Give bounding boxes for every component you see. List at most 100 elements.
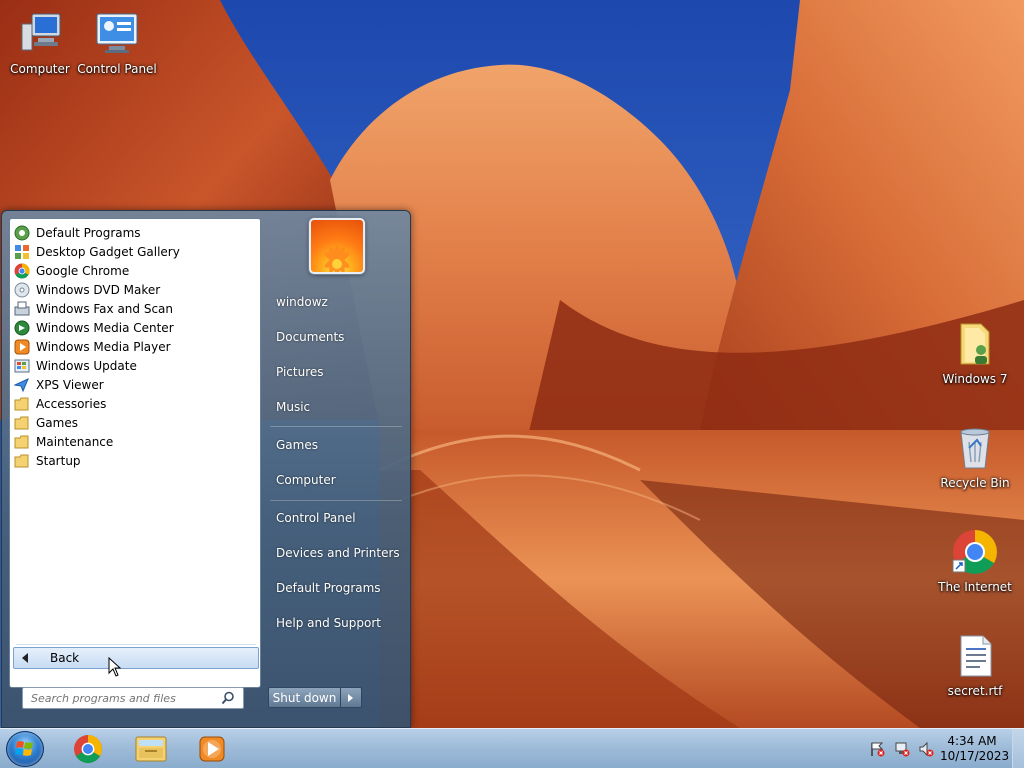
start-item-music[interactable]: Music (276, 400, 310, 414)
start-item-computer[interactable]: Computer (276, 473, 336, 487)
program-label: Games (36, 415, 78, 430)
program-startup[interactable]: Startup (12, 451, 258, 470)
desktop-icon-control-panel[interactable]: Control Panel (77, 10, 157, 76)
program-accessories[interactable]: Accessories (12, 394, 258, 413)
program-label: Windows DVD Maker (36, 282, 161, 297)
folder-icon (14, 453, 30, 469)
program-label: Accessories (36, 396, 107, 411)
program-windows-update[interactable]: Windows Update (12, 356, 258, 375)
back-label: Back (50, 651, 80, 665)
desktop-icon-recycle-bin[interactable]: Recycle Bin (935, 424, 1015, 490)
desktop-icon-computer[interactable]: Computer (0, 10, 80, 76)
control-panel-icon (93, 10, 141, 58)
desktop-icon-label: Windows 7 (942, 372, 1008, 386)
desktop-icon-label: The Internet (938, 580, 1012, 594)
xps-icon (13, 377, 30, 393)
folder-icon (14, 434, 30, 450)
default-programs-icon (14, 225, 30, 241)
user-picture[interactable] (309, 218, 365, 274)
shutdown-button[interactable]: Shut down (268, 687, 341, 708)
dvd-icon (14, 282, 30, 298)
desktop-icon-label: Computer (10, 62, 70, 76)
program-label: Google Chrome (36, 263, 130, 278)
folder-icon (14, 415, 30, 431)
program-maintenance[interactable]: Maintenance (12, 432, 258, 451)
program-default-programs[interactable]: Default Programs (12, 223, 258, 242)
right-separator (270, 500, 402, 501)
windows-update-icon (14, 358, 30, 374)
program-label: Windows Media Player (36, 339, 171, 354)
start-item-default-programs[interactable]: Default Programs (276, 581, 381, 595)
shutdown-options-arrow-icon[interactable] (341, 687, 362, 708)
folder-icon (14, 396, 30, 412)
program-xps-viewer[interactable]: XPS Viewer (12, 375, 258, 394)
program-label: Maintenance (36, 434, 114, 449)
taskbar-chrome-button[interactable] (62, 731, 114, 767)
start-item-documents[interactable]: Documents (276, 330, 344, 344)
program-label: Windows Update (36, 358, 137, 373)
chrome-icon (74, 735, 102, 763)
desktop-icon-label: Recycle Bin (940, 476, 1010, 490)
desktop-icon-label: secret.rtf (947, 684, 1003, 698)
programs-separator (16, 644, 256, 645)
start-item-games[interactable]: Games (276, 438, 318, 452)
explorer-icon (135, 736, 167, 762)
program-windows-media-player[interactable]: Windows Media Player (12, 337, 258, 356)
media-player-icon (199, 736, 225, 762)
media-center-icon (14, 320, 30, 336)
program-desktop-gadget-gallery[interactable]: Desktop Gadget Gallery (12, 242, 258, 261)
shutdown-group: Shut down (268, 687, 362, 708)
back-arrow-icon (22, 653, 28, 663)
program-label: Desktop Gadget Gallery (36, 244, 180, 259)
desktop-icon-the-internet[interactable]: The Internet (935, 528, 1015, 594)
search-icon[interactable] (221, 691, 235, 705)
start-item-devices-and-printers[interactable]: Devices and Printers (276, 546, 400, 560)
taskbar-explorer-button[interactable] (125, 731, 177, 767)
desktop-icon-secret-rtf[interactable]: secret.rtf (935, 632, 1015, 698)
all-programs-list: Default Programs Desktop Gadget Gallery … (12, 223, 258, 470)
program-label: Windows Fax and Scan (36, 301, 174, 316)
computer-icon (16, 10, 64, 58)
show-desktop-button[interactable] (1012, 729, 1024, 768)
program-windows-dvd-maker[interactable]: Windows DVD Maker (12, 280, 258, 299)
gadget-icon (14, 244, 30, 260)
start-item-help-and-support[interactable]: Help and Support (276, 616, 381, 630)
windows-logo-icon (15, 741, 33, 756)
volume-muted-icon[interactable] (918, 741, 934, 757)
program-label: XPS Viewer (36, 377, 104, 392)
taskbar-media-player-button[interactable] (186, 731, 238, 767)
chrome-icon (951, 528, 999, 576)
start-button[interactable] (6, 731, 44, 767)
recycle-bin-icon (951, 424, 999, 472)
desktop-icon-windows7[interactable]: Windows 7 (935, 320, 1015, 386)
chrome-icon (14, 262, 30, 279)
action-center-flag-icon[interactable] (869, 741, 885, 757)
system-tray: 4:34 AM 10/17/2023 (854, 729, 1024, 768)
start-menu: Default Programs Desktop Gadget Gallery … (1, 210, 411, 728)
clock-date: 10/17/2023 (940, 749, 1010, 763)
programs-pane: Default Programs Desktop Gadget Gallery … (9, 218, 261, 688)
flower-icon (324, 246, 350, 272)
taskbar: 4:34 AM 10/17/2023 (0, 728, 1024, 768)
start-item-control-panel[interactable]: Control Panel (276, 511, 356, 525)
clock[interactable]: 4:34 AM 10/17/2023 (940, 734, 1010, 764)
program-label: Windows Media Center (36, 320, 174, 335)
program-label: Startup (36, 453, 81, 468)
start-item-user[interactable]: windowz (276, 295, 328, 309)
search-box[interactable] (22, 687, 244, 709)
fax-icon (14, 301, 30, 317)
mouse-cursor-icon (108, 656, 122, 677)
program-windows-media-center[interactable]: Windows Media Center (12, 318, 258, 337)
right-separator (270, 426, 402, 427)
program-games[interactable]: Games (12, 413, 258, 432)
clock-time: 4:34 AM (947, 734, 997, 748)
media-player-icon (14, 339, 30, 355)
desktop-icon-label: Control Panel (77, 62, 157, 76)
start-item-pictures[interactable]: Pictures (276, 365, 324, 379)
search-input[interactable] (23, 691, 219, 705)
network-icon[interactable] (894, 741, 910, 757)
document-icon (951, 632, 999, 680)
back-button[interactable]: Back (13, 647, 259, 669)
program-windows-fax-and-scan[interactable]: Windows Fax and Scan (12, 299, 258, 318)
program-google-chrome[interactable]: Google Chrome (12, 261, 258, 280)
